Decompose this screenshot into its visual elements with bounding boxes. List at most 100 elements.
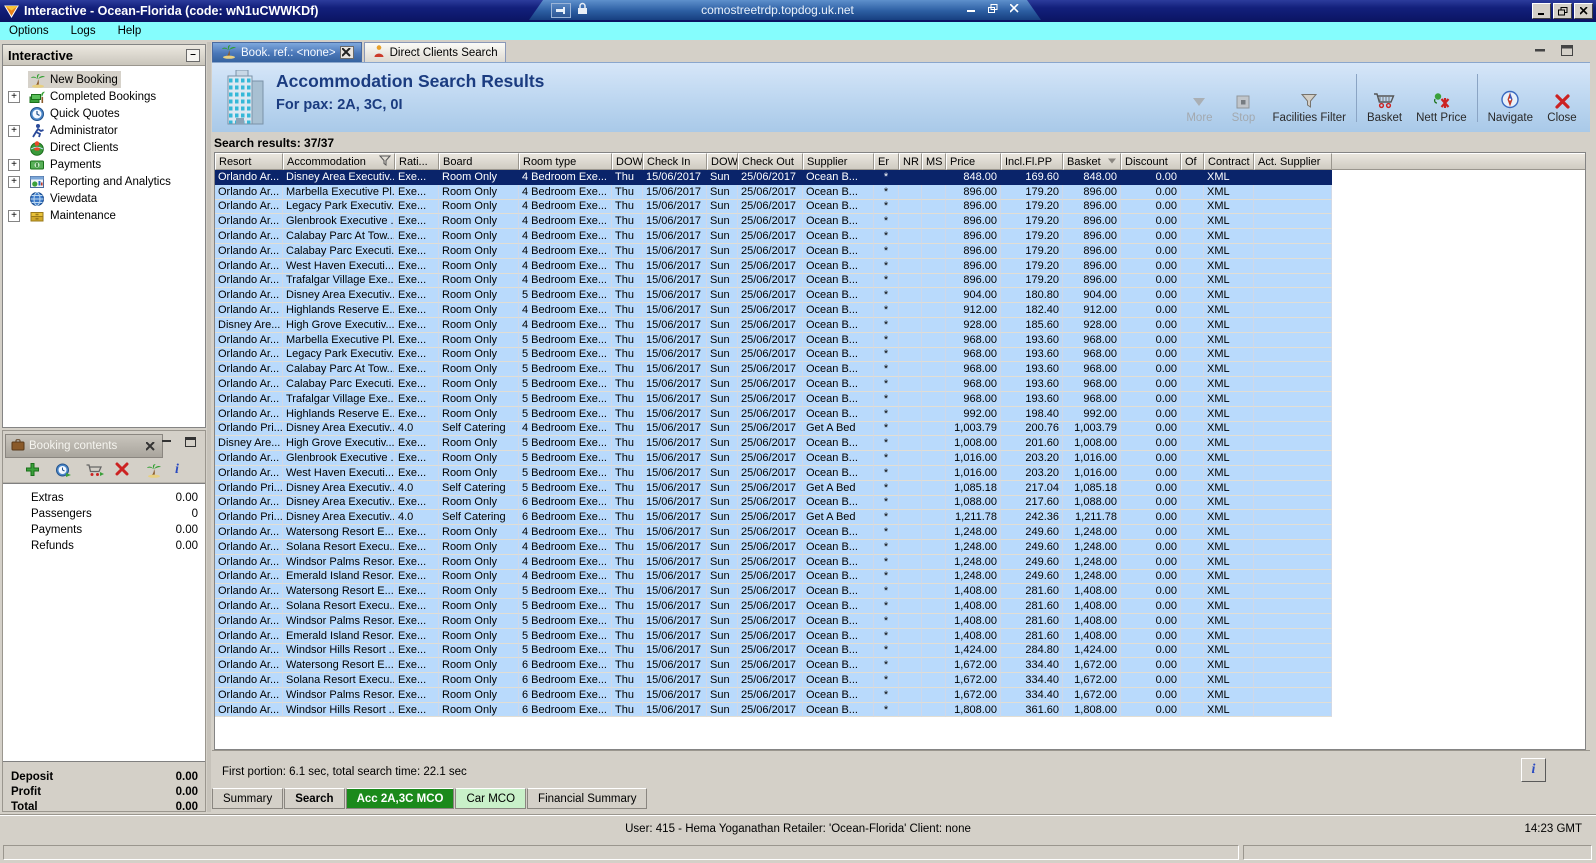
delete-icon[interactable] — [115, 462, 133, 479]
sidebar-item-payments[interactable]: + Payments — [3, 156, 205, 173]
sidebar-item-direct-clients[interactable]: Direct Clients — [3, 139, 205, 156]
table-row[interactable]: Orlando Pri... Disney Area Executiv... 4.0… — [215, 421, 1332, 437]
rdp-close-icon[interactable] — [1010, 4, 1019, 16]
col-header-room-type-4[interactable]: Room type — [519, 153, 612, 170]
col-header-er-10[interactable]: Er — [874, 153, 899, 170]
add-icon[interactable] — [25, 462, 43, 479]
tab-direct-clients-search[interactable]: Direct Clients Search — [363, 42, 506, 62]
table-row[interactable]: Orlando Ar... Windsor Palms Resor... Exe..… — [215, 613, 1332, 629]
table-row[interactable]: Orlando Ar... Disney Area Executiv... Exe.… — [215, 288, 1332, 304]
table-row[interactable]: Orlando Ar... Calabay Parc At Tow... Exe..… — [215, 362, 1332, 378]
table-row[interactable]: Orlando Ar... Windsor Palms Resor... Exe..… — [215, 687, 1332, 703]
table-row[interactable]: Orlando Ar... Windsor Hills Resort ... Exe… — [215, 702, 1332, 718]
sidebar-item-administrator[interactable]: + Administrator — [3, 122, 205, 139]
col-header-check-out-8[interactable]: Check Out — [738, 153, 803, 170]
table-row[interactable]: Orlando Ar... Windsor Palms Resor... Exe..… — [215, 554, 1332, 570]
nett-price-button[interactable]: Nett Price — [1409, 67, 1474, 129]
table-row[interactable]: Orlando Ar... Windsor Hills Resort ... Exe… — [215, 643, 1332, 659]
col-header-supplier-9[interactable]: Supplier — [803, 153, 874, 170]
main-maximize-icon[interactable] — [1561, 45, 1574, 61]
main-minimize-icon[interactable] — [1535, 45, 1547, 61]
col-header-act-supplier-19[interactable]: Act. Supplier — [1254, 153, 1332, 170]
table-row[interactable]: Orlando Ar... Legacy Park Executiv... Exe.… — [215, 199, 1332, 215]
table-row[interactable]: Orlando Ar... Watersong Resort E... Exe...… — [215, 584, 1332, 600]
col-header-discount-16[interactable]: Discount — [1121, 153, 1181, 170]
sidebar-item-reporting-and-analytics[interactable]: + Reporting and Analytics — [3, 173, 205, 190]
table-row[interactable]: Orlando Ar... Marbella Executive Pl... Exe… — [215, 184, 1332, 200]
col-header-accommodation-1[interactable]: Accommodation — [283, 153, 395, 170]
expand-toggle-icon[interactable]: + — [8, 90, 20, 103]
tab-book-ref-none[interactable]: Book. ref.: <none> — [212, 42, 362, 62]
col-header-incl-fl-pp-14[interactable]: Incl.Fl.PP — [1001, 153, 1063, 170]
close-tab-icon[interactable] — [143, 440, 157, 453]
pin-icon[interactable] — [551, 3, 571, 18]
table-row[interactable]: Orlando Ar... Emerald Island Resor... Exe.… — [215, 569, 1332, 585]
table-row[interactable]: Orlando Pri... Disney Area Executiv... 4.0… — [215, 480, 1332, 496]
col-header-check-in-6[interactable]: Check In — [643, 153, 707, 170]
holiday-icon[interactable] — [145, 462, 163, 479]
col-header-resort-0[interactable]: Resort — [215, 153, 283, 170]
bottom-tab-acc-2a-3c-mco[interactable]: Acc 2A,3C MCO — [345, 788, 455, 809]
close-button[interactable] — [1574, 3, 1593, 19]
col-header-rati-2[interactable]: Rati... — [395, 153, 439, 170]
booking-contents-tab[interactable]: Booking contents — [5, 434, 163, 458]
table-row[interactable]: Orlando Ar... Calabay Parc At Tow... Exe..… — [215, 229, 1332, 244]
table-row[interactable]: Orlando Ar... Marbella Executive Pl... Exe… — [215, 332, 1332, 348]
expand-toggle-icon[interactable]: + — [8, 175, 20, 188]
col-header-contract-18[interactable]: Contract — [1204, 153, 1254, 170]
table-row[interactable]: Orlando Ar... Calabay Parc Executi... Exe.… — [215, 243, 1332, 259]
menu-help[interactable]: Help — [118, 25, 142, 37]
table-row[interactable]: Orlando Ar... Solana Resort Execu... Exe..… — [215, 539, 1332, 555]
navigate-button[interactable]: Navigate — [1481, 67, 1540, 129]
table-row[interactable]: Orlando Ar... West Haven Executi... Exe...… — [215, 258, 1332, 274]
table-row[interactable]: Orlando Ar... Highlands Reserve E... Exe..… — [215, 303, 1332, 318]
sidebar-item-completed-bookings[interactable]: + Completed Bookings — [3, 88, 205, 105]
table-row[interactable]: Orlando Ar... Glenbrook Executive ... Exe.… — [215, 451, 1332, 466]
table-row[interactable]: Orlando Ar... Disney Area Executiv... Exe.… — [215, 495, 1332, 511]
filter-button[interactable]: Facilities Filter — [1265, 67, 1352, 129]
expand-toggle-icon[interactable]: + — [8, 124, 20, 137]
bottom-tab-car-mco[interactable]: Car MCO — [455, 788, 527, 809]
table-row[interactable]: Orlando Ar... Watersong Resort E... Exe...… — [215, 525, 1332, 540]
table-row[interactable]: Disney Are... High Grove Executiv... Exe..… — [215, 436, 1332, 452]
col-header-ms-12[interactable]: MS — [922, 153, 946, 170]
table-row[interactable]: Disney Are... High Grove Executiv... Exe..… — [215, 317, 1332, 333]
menu-logs[interactable]: Logs — [71, 25, 96, 37]
sidebar-item-new-booking[interactable]: New Booking — [3, 71, 205, 88]
bottom-tab-summary[interactable]: Summary — [212, 788, 284, 809]
col-header-board-3[interactable]: Board — [439, 153, 519, 170]
info-icon[interactable]: i — [175, 462, 193, 479]
sidebar-item-viewdata[interactable]: Viewdata — [3, 190, 205, 207]
availability-icon[interactable] — [55, 462, 73, 479]
filter-funnel-icon[interactable] — [378, 155, 392, 169]
table-row[interactable]: Orlando Ar... Emerald Island Resor... Exe.… — [215, 628, 1332, 644]
col-header-basket-15[interactable]: Basket — [1063, 153, 1121, 170]
sidebar-item-maintenance[interactable]: + Maintenance — [3, 207, 205, 224]
col-header-of-17[interactable]: Of — [1181, 153, 1204, 170]
col-header-dow-5[interactable]: DOW — [612, 153, 643, 170]
basket-button[interactable]: Basket — [1360, 67, 1409, 129]
table-row[interactable]: Orlando Ar... Trafalgar Village Exe... Exe… — [215, 273, 1332, 289]
col-header-nr-11[interactable]: NR — [899, 153, 922, 170]
expand-toggle-icon[interactable]: + — [8, 209, 20, 222]
table-row[interactable]: Orlando Ar... Calabay Parc Executi... Exe.… — [215, 377, 1332, 392]
table-row[interactable]: Orlando Ar... Watersong Resort E... Exe...… — [215, 658, 1332, 674]
close-button[interactable]: Close — [1540, 67, 1584, 129]
panel-splitter[interactable] — [207, 42, 211, 812]
rdp-minimize-icon[interactable] — [967, 4, 976, 16]
bottom-tab-financial-summary[interactable]: Financial Summary — [527, 788, 648, 809]
table-row[interactable]: Orlando Ar... Solana Resort Execu... Exe..… — [215, 599, 1332, 614]
table-row[interactable]: Orlando Ar... Solana Resort Execu... Exe..… — [215, 673, 1332, 688]
panel-maximize-icon[interactable] — [185, 437, 197, 452]
menu-options[interactable]: Options — [9, 25, 49, 37]
expand-toggle-icon[interactable]: + — [8, 158, 20, 171]
collapse-panel-button[interactable]: – — [186, 48, 200, 62]
info-button[interactable]: i — [1521, 758, 1546, 782]
basket-move-icon[interactable] — [85, 462, 104, 479]
panel-minimize-icon[interactable] — [162, 437, 173, 452]
sidebar-item-quick-quotes[interactable]: Quick Quotes — [3, 105, 205, 122]
col-header-price-13[interactable]: Price — [946, 153, 1001, 170]
table-row[interactable]: Orlando Ar... Glenbrook Executive ... Exe.… — [215, 214, 1332, 230]
bottom-tab-search[interactable]: Search — [284, 788, 345, 809]
table-row[interactable]: Orlando Ar... Highlands Reserve E... Exe..… — [215, 406, 1332, 422]
